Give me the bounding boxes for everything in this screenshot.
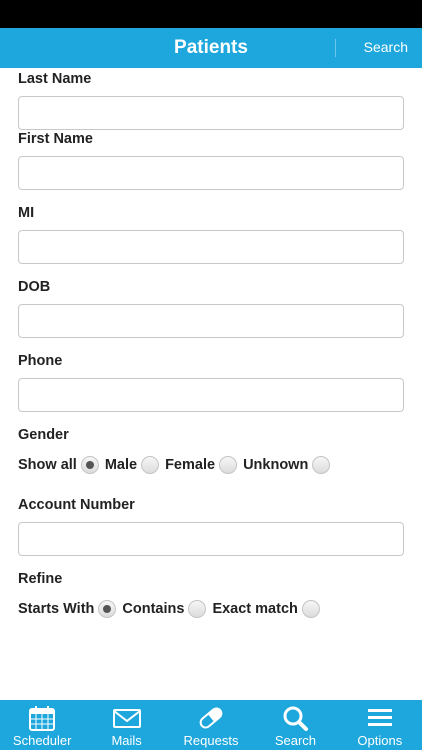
tab-search-label: Search bbox=[274, 733, 317, 748]
gender-option-male-radio[interactable] bbox=[141, 456, 160, 474]
tab-mails[interactable]: Mails bbox=[84, 700, 168, 750]
gender-option-show-all-label: Show all bbox=[18, 457, 77, 473]
phone-label: Phone bbox=[18, 353, 63, 369]
status-bar bbox=[0, 0, 422, 28]
tab-scheduler[interactable]: Scheduler bbox=[0, 700, 84, 750]
search-button[interactable]: Search bbox=[364, 28, 408, 68]
navigation-bar: Patients Search bbox=[0, 28, 422, 68]
tab-requests[interactable]: Requests bbox=[169, 700, 253, 750]
pill-icon bbox=[199, 707, 223, 729]
bottom-tab-bar: Scheduler Mails Requests Search Options bbox=[0, 700, 422, 750]
refine-label: Refine bbox=[18, 571, 63, 587]
page-title: Patients bbox=[174, 37, 248, 58]
gender-option-male-label: Male bbox=[104, 457, 138, 473]
tab-options-label: Options bbox=[357, 733, 403, 748]
last-name-input[interactable] bbox=[18, 96, 404, 130]
refine-option-exact-match-radio[interactable] bbox=[301, 600, 320, 618]
phone-input[interactable] bbox=[18, 378, 404, 412]
gender-option-female-label: Female bbox=[165, 457, 216, 473]
dob-label: DOB bbox=[18, 279, 51, 295]
tab-requests-label: Requests bbox=[183, 733, 239, 748]
tab-search[interactable]: Search bbox=[253, 700, 337, 750]
mi-input[interactable] bbox=[18, 230, 404, 264]
tab-scheduler-label: Scheduler bbox=[12, 733, 72, 748]
account-number-input[interactable] bbox=[18, 522, 404, 556]
refine-radio-group: Starts With Contains Exact match bbox=[18, 599, 326, 619]
refine-option-starts-with-radio[interactable] bbox=[98, 600, 117, 618]
dob-input[interactable] bbox=[18, 304, 404, 338]
refine-option-exact-match-label: Exact match bbox=[212, 601, 298, 617]
nav-divider bbox=[335, 39, 336, 57]
refine-option-contains-radio[interactable] bbox=[188, 600, 207, 618]
account-number-label: Account Number bbox=[18, 497, 135, 513]
menu-icon bbox=[367, 709, 392, 726]
last-name-label: Last Name bbox=[18, 71, 92, 87]
gender-option-female-radio[interactable] bbox=[219, 456, 238, 474]
refine-option-starts-with-label: Starts With bbox=[18, 601, 95, 617]
gender-label: Gender bbox=[18, 427, 69, 443]
refine-option-contains-label: Contains bbox=[122, 601, 185, 617]
tab-options[interactable]: Options bbox=[338, 700, 422, 750]
gender-option-show-all-radio[interactable] bbox=[80, 456, 99, 474]
first-name-label: First Name bbox=[18, 131, 93, 147]
mail-icon bbox=[112, 709, 141, 728]
tab-mails-label: Mails bbox=[111, 733, 142, 748]
search-icon bbox=[283, 706, 309, 731]
calendar-icon bbox=[29, 706, 56, 731]
first-name-input[interactable] bbox=[18, 156, 404, 190]
gender-radio-group: Show all Male Female Unknown bbox=[18, 455, 336, 475]
gender-option-unknown-radio[interactable] bbox=[312, 456, 331, 474]
gender-option-unknown-label: Unknown bbox=[243, 457, 309, 473]
mi-label: MI bbox=[18, 205, 35, 221]
